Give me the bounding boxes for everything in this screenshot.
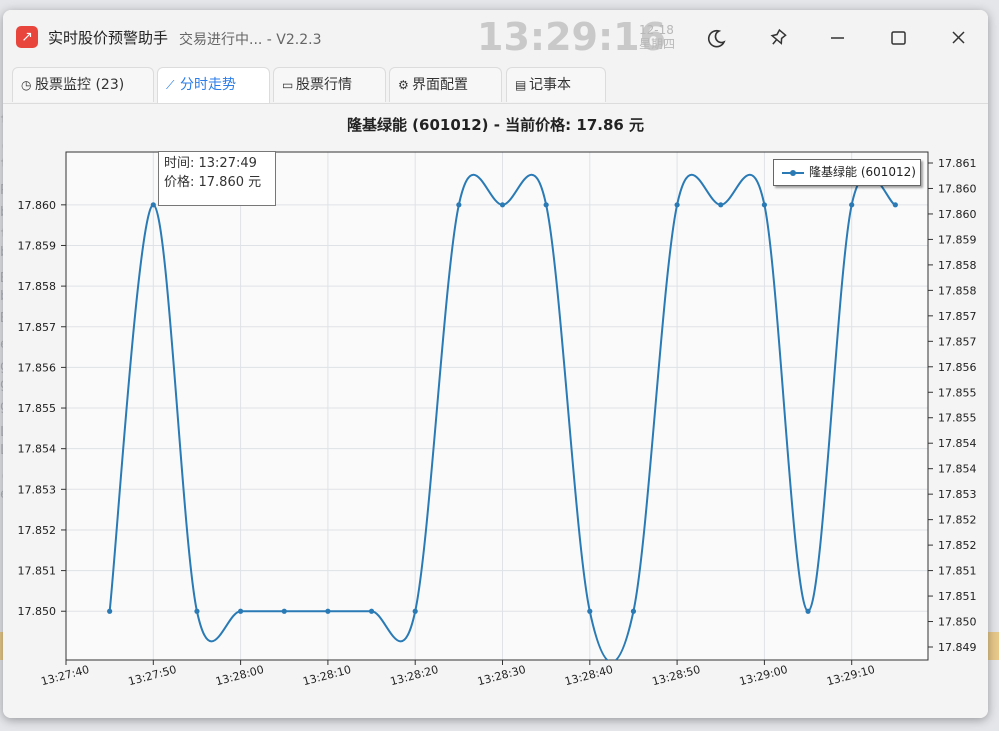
- x-tick-label: 13:29:00: [738, 663, 789, 688]
- y-right-tick-label: 17.860: [938, 208, 977, 221]
- x-tick-label: 13:27:40: [40, 663, 91, 688]
- tooltip-time: 时间: 13:27:49: [164, 156, 257, 171]
- x-tick-label: 13:27:50: [127, 663, 178, 688]
- data-point: [368, 608, 375, 614]
- data-point: [587, 608, 593, 614]
- price-chart[interactable]: 13:27:40 13:27:50 13:28:00 13:28:10 13:28:20…: [0, 0, 999, 731]
- chart-legend: 隆基绿能 (601012): [773, 159, 921, 186]
- y-right-tick-label: 17.857: [938, 310, 977, 323]
- y-right-tick-label: 17.852: [938, 514, 977, 527]
- y-right-tick-label: 17.852: [938, 539, 977, 552]
- y-left-tick-label: 17.858: [18, 280, 57, 293]
- data-point: [718, 202, 724, 208]
- y-left-tick-label: 17.855: [18, 402, 57, 415]
- y-right-tick-label: 17.854: [938, 437, 977, 450]
- data-point: [805, 608, 811, 614]
- data-point: [281, 608, 287, 614]
- y-right-tick-label: 17.858: [938, 259, 977, 272]
- y-left-tick-label: 17.851: [18, 565, 57, 578]
- y-left-tick-label: 17.856: [18, 361, 57, 374]
- data-point: [150, 202, 156, 208]
- x-tick-label: 13:28:40: [563, 663, 614, 688]
- x-tick-label: 13:28:10: [301, 663, 352, 688]
- y-right-tick-label: 17.861: [938, 157, 977, 170]
- hover-tooltip: 时间: 13:27:49 价格: 17.860 元: [158, 151, 276, 206]
- data-point: [456, 202, 462, 208]
- data-point: [238, 608, 244, 614]
- y-right-tick-label: 17.851: [938, 565, 977, 578]
- y-left-tick-label: 17.859: [18, 239, 57, 252]
- data-point: [761, 202, 768, 208]
- x-tick-label: 13:29:10: [825, 663, 876, 688]
- y-right-tick-label: 17.855: [938, 386, 977, 399]
- y-right-tick-label: 17.857: [938, 335, 977, 348]
- data-point: [849, 202, 855, 208]
- y-right-tick-label: 17.851: [938, 590, 977, 603]
- data-point: [412, 608, 418, 614]
- data-point: [674, 202, 680, 208]
- y-right-tick-label: 17.858: [938, 284, 977, 297]
- y-right-tick-label: 17.856: [938, 361, 977, 374]
- y-right-tick-label: 17.859: [938, 233, 977, 246]
- y-left-tick-label: 17.853: [18, 483, 57, 496]
- y-right-tick-label: 17.855: [938, 412, 977, 425]
- y-left-tick-label: 17.860: [18, 199, 57, 212]
- y-right-tick-label: 17.860: [938, 182, 977, 195]
- y-left-tick-label: 17.850: [18, 605, 57, 618]
- data-point: [325, 608, 331, 614]
- y-left-tick-label: 17.854: [18, 443, 57, 456]
- legend-label: 隆基绿能 (601012): [809, 165, 916, 179]
- x-tick-label: 13:28:50: [651, 663, 702, 688]
- x-tick-label: 13:28:00: [214, 663, 265, 688]
- y-right-tick-label: 17.854: [938, 463, 977, 476]
- data-point: [543, 202, 549, 208]
- legend-dot-marker: [790, 170, 796, 176]
- y-right-tick-label: 17.853: [938, 488, 977, 501]
- data-point: [194, 608, 200, 614]
- y-left-tick-label: 17.852: [18, 524, 57, 537]
- y-right-tick-label: 17.849: [938, 641, 977, 654]
- data-point: [107, 608, 113, 614]
- data-point: [630, 608, 637, 614]
- y-right-tick-label: 17.850: [938, 616, 977, 629]
- data-point: [892, 202, 898, 208]
- tooltip-price: 价格: 17.860 元: [164, 175, 262, 190]
- x-tick-label: 13:28:30: [476, 663, 527, 688]
- y-left-tick-label: 17.857: [18, 321, 57, 334]
- data-point: [499, 202, 506, 208]
- x-tick-label: 13:28:20: [389, 663, 440, 688]
- plot-area: [66, 152, 928, 660]
